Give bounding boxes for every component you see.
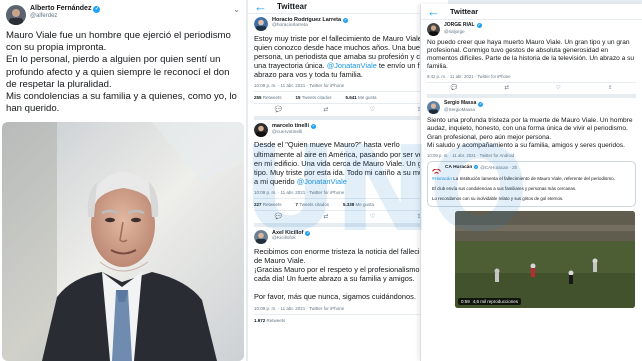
retweet-icon[interactable]: ⇄ [323,106,328,113]
middle-tweets-panel: ← Twittear Horacio Rodríguez Larreta ✓ @h… [248,0,448,361]
avatar[interactable] [427,101,440,115]
author-handle[interactable]: @Kicillofok [272,236,310,242]
retweet-label: Retweets [262,201,282,207]
retweet-count: 1.972 [254,317,266,323]
verified-badge-icon: ✓ [311,124,316,130]
verified-badge-icon: ✓ [474,165,479,170]
tweet-meta: 10:09 p. m. · 11 abr. 2021 · Twitter for… [427,152,515,158]
tweet-photo[interactable] [2,122,244,361]
share-icon[interactable]: ⇪ [608,85,613,91]
quoted-line-2: El club envía sus condolencias a sus fam… [432,185,577,191]
like-count: 5.641 [345,95,357,101]
avatar[interactable] [254,123,268,138]
retweet-count: 255 [254,95,262,101]
author-handle[interactable]: @alferdez [30,13,100,20]
avatar[interactable] [427,23,440,36]
tweet-text: Estoy muy triste por el fallecimiento de… [254,34,442,79]
like-icon[interactable]: ♡ [370,213,375,220]
tweet-stats: 1.972 Retweets [254,315,442,326]
top-bar: ← Twittear [248,0,448,14]
alberto-fernandez-tweet-panel: Alberto Fernández ✓ @alferdez ⌄ Mauro Vi… [0,0,246,361]
video-views: 4,6 mil reproducciones [472,298,519,304]
tweet-header: Alberto Fernández ✓ @alferdez ⌄ [0,0,246,25]
tweet-stats: 255 Retweets 15 Tweets citados 5.641 Me … [254,92,442,103]
author-name: CA Huracán [445,164,473,170]
top-bar-title: Twittear [450,7,479,16]
like-icon[interactable]: ♡ [370,106,375,113]
tweet-meta: 10:09 p. m. · 11 abr. 2021 · Twitter for… [254,305,345,311]
verified-badge-icon: ✓ [476,23,482,29]
tweet-meta: 9:42 p. m. · 11 abr. 2021 · Twitter for … [427,74,511,80]
tweet-stats: 227 Retweets 7 Tweets citados 5.338 Me g… [254,199,442,210]
author-handle[interactable]: @SergioMassa [444,107,483,112]
quoted-tweet-huracan[interactable]: CA Huracán ✓ @CAHuracan · 2h #Huracán La I… [427,160,636,207]
quote-label: Tweets citados [299,201,329,207]
quote-count: 7 [295,201,299,207]
mention-link[interactable]: @JonatanViale [297,177,347,186]
quoted-line-3: Lo recordamos con su inolvidable relato … [432,195,564,201]
reply-icon[interactable]: 💬 [275,106,282,113]
tweet-kicillof: Axel Kicillof ✓ @Kicillofok Recibimos con… [248,227,448,326]
like-label: Me gusta [355,201,375,207]
author-name[interactable]: Alberto Fernández [30,5,91,13]
tweet-text: Mauro Viale fue un hombre que ejerció el… [6,30,237,115]
author-handle[interactable]: @horaciorlarreta [272,23,348,29]
tweet-meta: 10:09 p. m. · 11 abr. 2021 · Twitter for… [254,83,345,89]
top-bar-title: Twittear [277,2,308,11]
quoted-text: #Huracán La Institución lamenta el falle… [432,176,631,182]
retweet-label: Retweets [266,317,286,323]
reply-icon[interactable]: 💬 [450,85,457,91]
video-badge: 0:59 4,6 mil reproducciones [458,297,522,305]
tweet-text: Recibimos con enorme tristeza la noticia… [254,246,442,302]
retweet-icon[interactable]: ⇄ [323,213,328,220]
avatar[interactable] [6,5,26,25]
verified-badge-icon: ✓ [93,5,101,13]
tweet-meta: 10:09 p. m. · 11 abr. 2021 · Twitter for… [254,189,345,195]
tweet-actions: 💬 ⇄ ♡ ⇪ [254,104,442,116]
tweet-text: Desde el "Quien mueve Mauro?" hasta verl… [254,140,442,185]
verified-badge-icon: ✓ [305,230,311,236]
tweet-text: No puedo creer que haya muerto Mauro Via… [427,39,635,71]
author-handle[interactable]: @rialjorge [444,29,482,34]
retweet-icon[interactable]: ⇄ [504,85,509,91]
right-tweets-panel: ← Twittear JORGE RIAL ✓ @rialjorge No pue… [420,4,642,361]
quoted-text-part: La Institución lamenta el fallecimiento … [451,175,616,181]
tweet-text: Siento una profunda tristeza por la muer… [427,117,633,149]
mention-link[interactable]: @JonatanViale [327,61,377,70]
tweet-actions: 💬 ⇄ ♡ ⇪ [427,83,636,94]
quote-count: 15 [295,95,301,101]
video-frame [455,210,635,308]
avatar[interactable] [254,229,268,244]
quote-label: Tweets citados [301,95,332,101]
back-arrow-icon[interactable]: ← [254,0,267,14]
tweet-rial: JORGE RIAL ✓ @rialjorge No puedo creer qu… [421,20,642,99]
like-label: Me gusta [358,95,377,101]
tweet-tinelli: marcelo tinelli ✓ @cuervotinelli Desde el… [248,120,448,227]
retweet-label: Retweets [262,95,282,101]
like-count: 5.338 [343,201,355,207]
author-handle: @CAHuracan · 2h [480,164,518,170]
top-bar: ← Twittear [421,4,642,20]
hashtag-link[interactable]: #Huracán [432,176,452,181]
verified-badge-icon: ✓ [478,101,484,107]
tweet-actions: 💬 ⇄ ♡ ⇪ [254,211,442,223]
like-icon[interactable]: ♡ [556,85,561,91]
retweet-count: 227 [254,201,262,207]
portrait-image [2,122,244,361]
back-arrow-icon[interactable]: ← [427,4,440,19]
tweet-massa: Sergio Massa ✓ @SergioMassa Siento una pr… [421,98,642,158]
video-player[interactable]: 0:59 4,6 mil reproducciones [455,210,635,308]
reply-icon[interactable]: 💬 [275,213,282,220]
avatar[interactable] [254,17,268,31]
club-logo-icon [432,165,441,174]
verified-badge-icon: ✓ [343,17,349,23]
chevron-down-icon[interactable]: ⌄ [233,5,240,14]
tweet-larreta: Horacio Rodríguez Larreta ✓ @horaciorlarr… [248,14,448,121]
video-duration: 0:59 [461,298,470,304]
author-handle[interactable]: @cuervotinelli [272,130,316,136]
